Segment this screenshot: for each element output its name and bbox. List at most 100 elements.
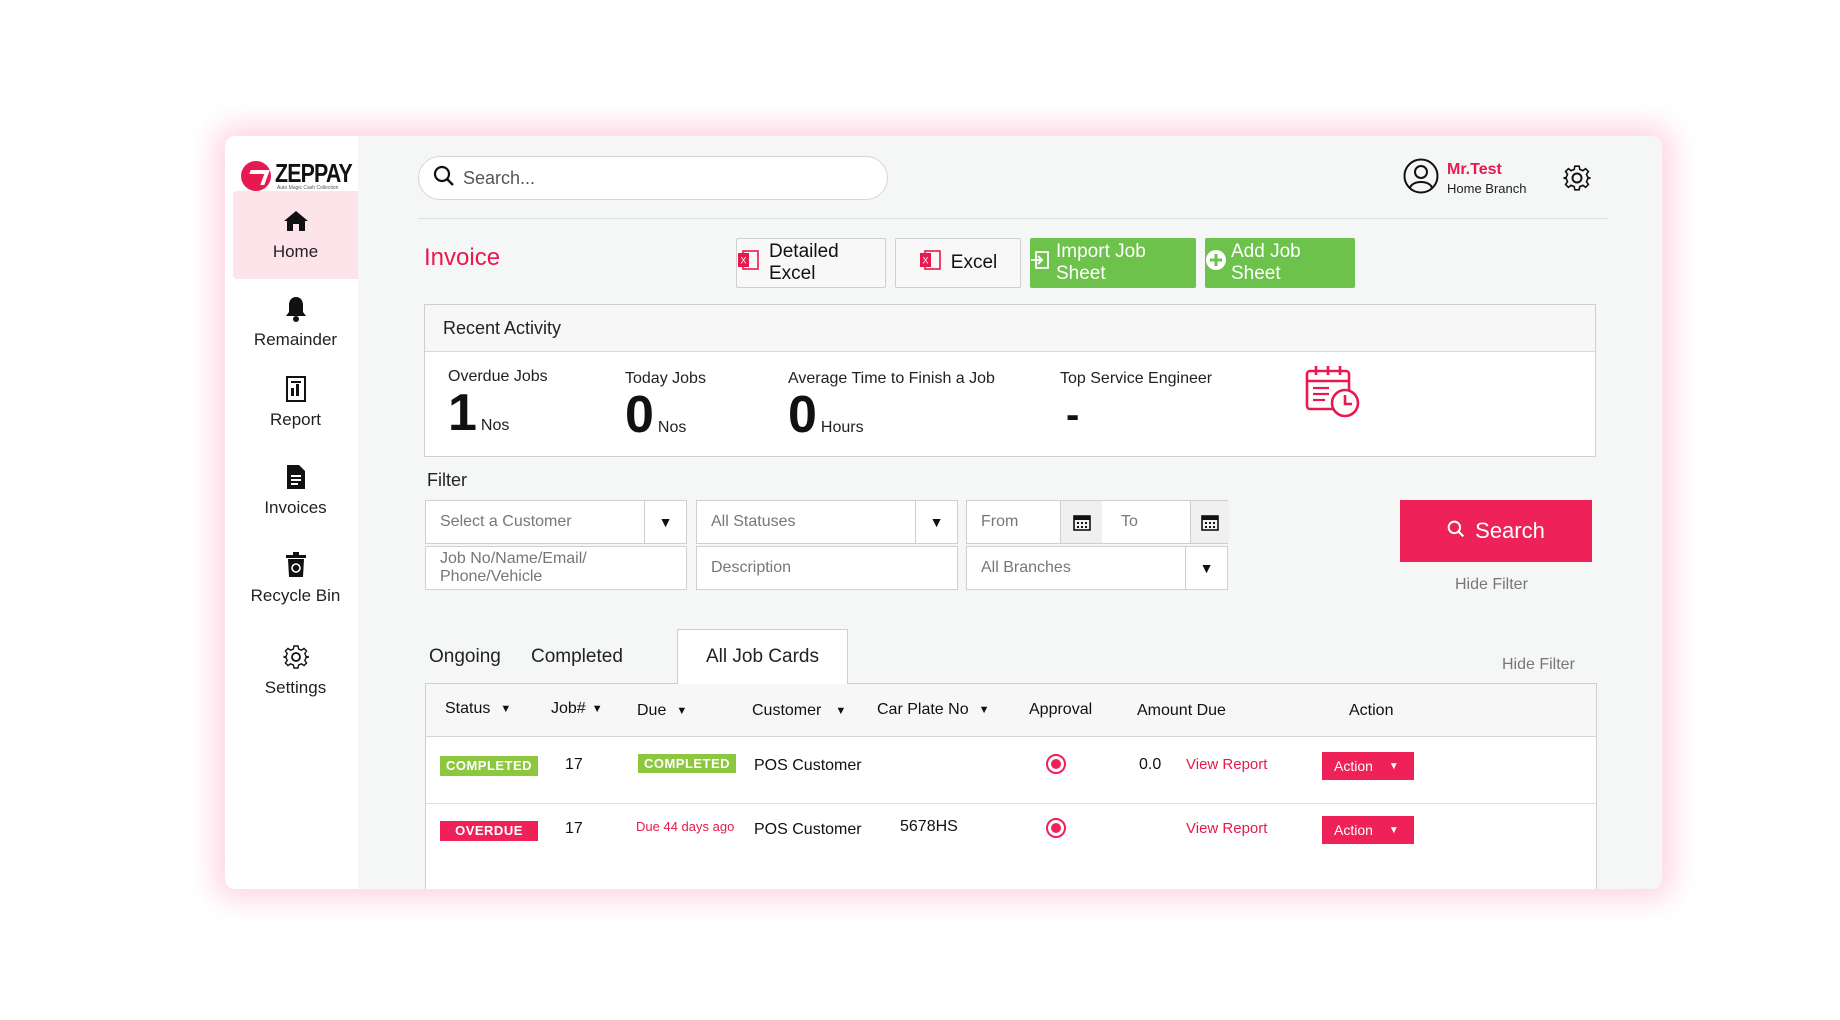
chevron-down-icon: ▼ bbox=[1185, 547, 1227, 589]
customer-select-value: Select a Customer bbox=[440, 513, 572, 530]
job-number: 17 bbox=[565, 756, 583, 773]
sidebar-item-home[interactable]: Home bbox=[233, 191, 358, 279]
view-report-link[interactable]: View Report bbox=[1186, 756, 1267, 773]
column-approval: Approval bbox=[1029, 701, 1093, 718]
user-avatar-icon bbox=[1403, 158, 1439, 199]
user-profile[interactable]: Mr.Test Home Branch bbox=[1403, 158, 1526, 199]
settings-gear-icon[interactable] bbox=[1563, 164, 1591, 197]
chevron-down-icon: ▼ bbox=[1388, 760, 1399, 772]
chevron-down-icon: ▼ bbox=[915, 501, 957, 543]
sidebar-item-recycle-bin[interactable]: Recycle Bin bbox=[233, 552, 358, 606]
stat-average-time: Average Time to Finish a Job 0 Hours bbox=[788, 370, 995, 444]
job-search-placeholder: Job No/Name/Email/ Phone/Vehicle bbox=[440, 550, 587, 585]
sidebar: ZEPPAY Auto Magic Cash Collection Home R… bbox=[225, 136, 358, 889]
button-label: Import Job Sheet bbox=[1056, 241, 1146, 284]
bell-icon bbox=[283, 296, 309, 322]
column-car-plate[interactable]: Car Plate No ▼ bbox=[877, 701, 989, 719]
chevron-down-icon: ▼ bbox=[644, 501, 686, 543]
action-dropdown-button[interactable]: Action ▼ bbox=[1322, 816, 1414, 844]
date-to-input[interactable]: To bbox=[1121, 513, 1138, 531]
calendar-icon[interactable] bbox=[1190, 501, 1229, 543]
column-job[interactable]: Job# ▼ bbox=[551, 700, 603, 718]
tab-ongoing[interactable]: Ongoing bbox=[429, 646, 501, 668]
tab-completed[interactable]: Completed bbox=[531, 646, 623, 668]
stat-top-service-engineer: Top Service Engineer - bbox=[1060, 370, 1212, 438]
logo[interactable]: ZEPPAY Auto Magic Cash Collection bbox=[241, 158, 369, 191]
search-input[interactable] bbox=[463, 167, 843, 189]
branch-select[interactable]: All Branches ▼ bbox=[966, 546, 1228, 590]
stat-value: 0 bbox=[788, 386, 817, 444]
sidebar-item-invoices[interactable]: Invoices bbox=[233, 464, 358, 518]
calendar-clock-icon bbox=[1305, 363, 1361, 424]
home-icon bbox=[283, 208, 309, 234]
sidebar-item-report[interactable]: Report bbox=[233, 376, 358, 430]
hide-filter-link[interactable]: Hide Filter bbox=[1455, 576, 1528, 594]
filter-search-button[interactable]: Search bbox=[1400, 500, 1592, 562]
stat-value: 1 bbox=[448, 384, 477, 442]
status-select[interactable]: All Statuses ▼ bbox=[696, 500, 958, 544]
import-icon bbox=[1030, 250, 1050, 276]
logo-name: ZEPPAY bbox=[275, 158, 353, 188]
excel-button[interactable]: X Excel bbox=[895, 238, 1021, 288]
stat-value: - bbox=[1066, 393, 1080, 437]
user-branch: Home Branch bbox=[1447, 181, 1527, 196]
import-job-sheet-button[interactable]: Import Job Sheet bbox=[1030, 238, 1196, 288]
page-title: Invoice bbox=[424, 244, 501, 271]
job-cards-table: Status ▼ Job# ▼ Due ▼ Customer ▼ Car Plate N… bbox=[425, 683, 1597, 889]
recycle-bin-icon bbox=[283, 552, 309, 578]
customer-select[interactable]: Select a Customer ▼ bbox=[425, 500, 687, 544]
job-search-input[interactable]: Job No/Name/Email/ Phone/Vehicle bbox=[425, 546, 687, 590]
column-due[interactable]: Due ▼ bbox=[637, 702, 687, 720]
logo-mark-icon bbox=[241, 161, 271, 191]
action-dropdown-button[interactable]: Action ▼ bbox=[1322, 752, 1414, 780]
sidebar-item-settings[interactable]: Settings bbox=[233, 644, 358, 698]
app-window: ZEPPAY Auto Magic Cash Collection Home R… bbox=[225, 136, 1662, 889]
due-badge: COMPLETED bbox=[638, 754, 736, 773]
date-range-field[interactable]: From To bbox=[966, 500, 1229, 544]
sidebar-item-label: Remainder bbox=[253, 330, 338, 349]
excel-icon: X bbox=[737, 250, 759, 276]
chevron-down-icon: ▼ bbox=[1388, 824, 1399, 836]
description-input[interactable]: Description bbox=[696, 546, 958, 590]
sidebar-item-remainder[interactable]: Remainder bbox=[233, 296, 358, 350]
excel-icon: X bbox=[919, 250, 941, 276]
approval-radio[interactable] bbox=[1046, 818, 1066, 838]
recent-activity-panel: Recent Activity Overdue Jobs 1 Nos Today… bbox=[424, 304, 1596, 457]
column-customer[interactable]: Customer ▼ bbox=[752, 702, 846, 720]
description-placeholder: Description bbox=[711, 559, 792, 576]
stat-unit: Nos bbox=[480, 417, 510, 434]
hide-filter-link[interactable]: Hide Filter bbox=[1502, 656, 1575, 674]
global-search[interactable] bbox=[418, 156, 888, 200]
sort-caret-icon: ▼ bbox=[676, 705, 688, 717]
sidebar-item-label: Report bbox=[269, 410, 322, 429]
header-divider bbox=[418, 218, 1608, 219]
calendar-icon[interactable] bbox=[1060, 501, 1102, 543]
car-plate: 5678HS bbox=[900, 818, 958, 835]
report-icon bbox=[283, 376, 309, 402]
sort-caret-icon: ▼ bbox=[978, 704, 990, 716]
due-text: Due 44 days ago bbox=[636, 819, 735, 834]
sort-caret-icon: ▼ bbox=[500, 703, 512, 715]
recent-activity-heading: Recent Activity bbox=[425, 305, 1595, 352]
date-from-input[interactable]: From bbox=[981, 513, 1018, 531]
view-report-link[interactable]: View Report bbox=[1186, 820, 1267, 837]
table-header: Status ▼ Job# ▼ Due ▼ Customer ▼ Car Plate N… bbox=[426, 684, 1596, 737]
sidebar-item-label: Invoices bbox=[264, 498, 327, 517]
stat-label: Top Service Engineer bbox=[1060, 370, 1213, 387]
invoice-icon bbox=[283, 464, 309, 490]
table-row[interactable]: COMPLETED 17 COMPLETED POS Customer 0.0 … bbox=[426, 738, 1596, 804]
svg-text:X: X bbox=[740, 256, 746, 266]
stat-today-jobs: Today Jobs 0 Nos bbox=[625, 370, 706, 444]
branch-select-value: All Branches bbox=[981, 559, 1071, 576]
detailed-excel-button[interactable]: X Detailed Excel bbox=[736, 238, 886, 288]
search-icon bbox=[1447, 518, 1465, 544]
user-name: Mr.Test bbox=[1447, 161, 1502, 178]
add-job-sheet-button[interactable]: Add Job Sheet bbox=[1205, 238, 1355, 288]
table-row[interactable]: OVERDUE 17 Due 44 days ago POS Customer … bbox=[426, 805, 1596, 871]
sidebar-item-label: Recycle Bin bbox=[250, 586, 341, 605]
approval-radio[interactable] bbox=[1046, 754, 1066, 774]
stat-value: 0 bbox=[625, 386, 654, 444]
tab-all-job-cards[interactable]: All Job Cards bbox=[677, 629, 848, 684]
column-status[interactable]: Status ▼ bbox=[445, 700, 511, 718]
filter-label: Filter bbox=[427, 470, 467, 490]
